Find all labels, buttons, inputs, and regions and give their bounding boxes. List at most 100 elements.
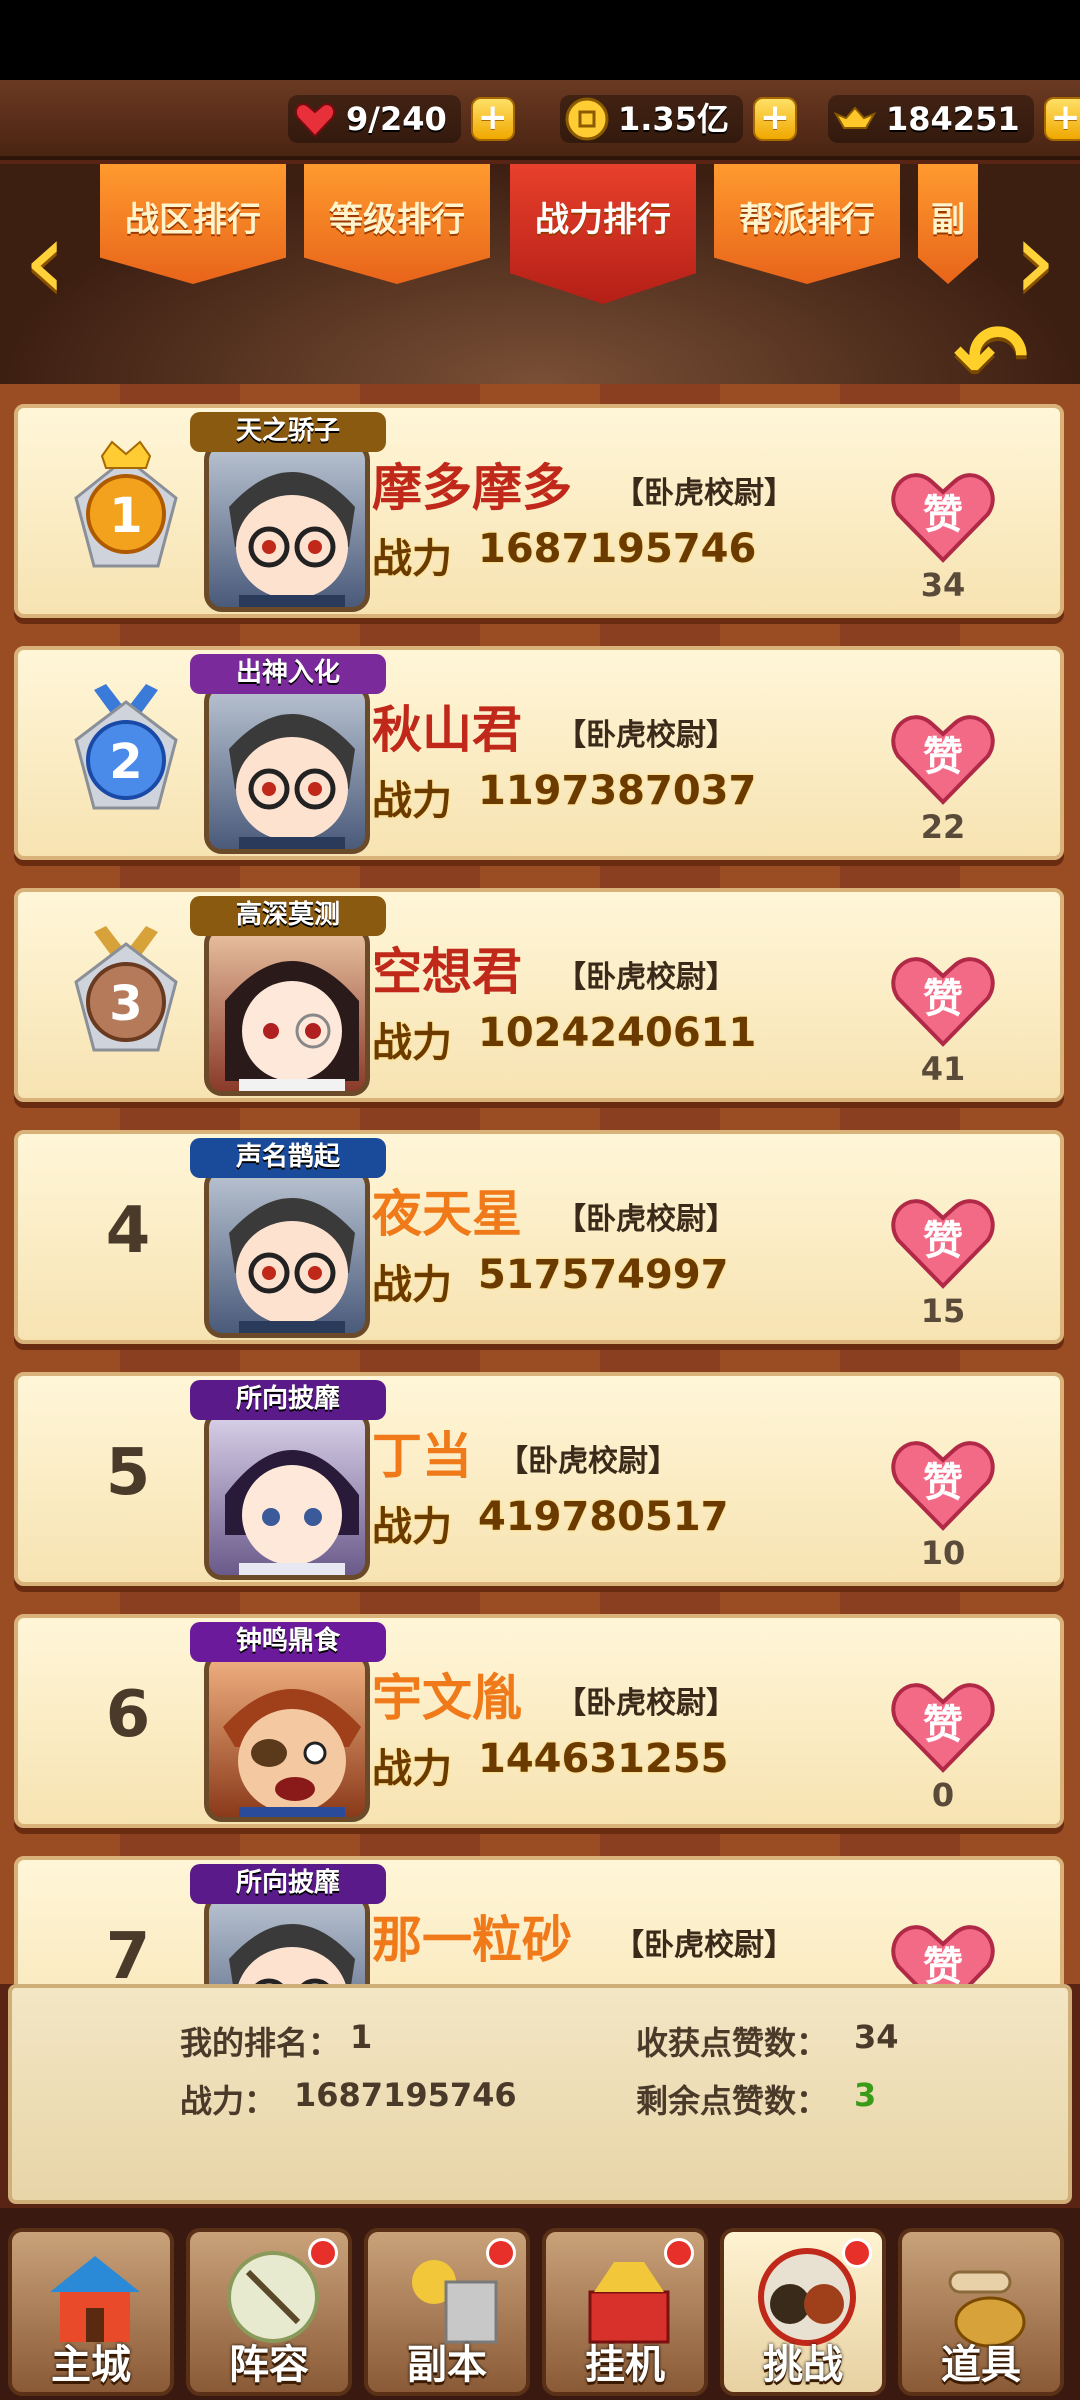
my-rank-value: 1 bbox=[350, 2018, 373, 2056]
nav-items[interactable]: 道具 bbox=[898, 2228, 1064, 2396]
avatar-glasses-man bbox=[229, 1924, 355, 1984]
received-likes-label: 收获点赞数： bbox=[636, 2024, 829, 2062]
remaining-likes-label: 剩余点赞数： bbox=[636, 2082, 829, 2120]
avatar[interactable] bbox=[204, 442, 370, 612]
coin-icon bbox=[565, 97, 609, 141]
add-stamina-button[interactable]: + bbox=[470, 97, 515, 141]
power-value: 1024240611 bbox=[478, 1010, 757, 1056]
svg-text:赞: 赞 bbox=[923, 1218, 963, 1264]
honor-title-tag: 出神入化 bbox=[190, 654, 386, 694]
player-rank-title: 【卧虎校尉】 bbox=[614, 476, 794, 511]
rank-number: 6 bbox=[105, 1678, 151, 1752]
nav-label: 阵容 bbox=[229, 2342, 309, 2388]
nav-label: 道具 bbox=[941, 2342, 1021, 2388]
nav-challenge[interactable]: 挑战 bbox=[720, 2228, 886, 2396]
my-rank-label: 我的排名： bbox=[180, 2024, 341, 2062]
avatar-glasses-man bbox=[229, 472, 355, 607]
nav-label: 挂机 bbox=[585, 2342, 665, 2388]
power-label: 战力 bbox=[372, 1504, 452, 1550]
nav-lineup[interactable]: 阵容 bbox=[186, 2228, 352, 2396]
player-name: 那一粒砂 bbox=[372, 1911, 572, 1969]
nav-dungeon[interactable]: 副本 bbox=[364, 2228, 530, 2396]
ranking-row[interactable]: 6 钟鸣鼎食 宇文胤 【卧虎校尉】 战力 144631255 赞 0 bbox=[14, 1614, 1064, 1828]
avatar-glasses-man bbox=[229, 1198, 355, 1333]
tab-left-arrow-icon[interactable]: ‹ bbox=[10, 205, 80, 320]
avatar[interactable] bbox=[204, 1168, 370, 1338]
like-count: 22 bbox=[920, 808, 966, 846]
power-value: 419780517 bbox=[478, 1494, 729, 1540]
tab-dungeon-ranking[interactable]: 副 bbox=[918, 164, 978, 284]
avatar[interactable] bbox=[204, 1410, 370, 1580]
like-heart-icon[interactable]: 赞 bbox=[888, 1676, 998, 1776]
power-label: 战力 bbox=[372, 1020, 452, 1066]
ranking-row[interactable]: 7 所向披靡 那一粒砂 【卧虎校尉】 赞 bbox=[14, 1856, 1064, 1984]
player-rank-title: 【卧虎校尉】 bbox=[556, 718, 736, 753]
resource-bar: 9/240 + 1.35亿 + 184251 + bbox=[0, 80, 1080, 160]
bronze-medal-icon: 3 bbox=[74, 926, 178, 1052]
player-rank-title: 【卧虎校尉】 bbox=[498, 1444, 678, 1479]
tab-guild-ranking[interactable]: 帮派排行 bbox=[714, 164, 900, 284]
honor-title-tag: 声名鹊起 bbox=[190, 1138, 386, 1178]
add-ingot-button[interactable]: + bbox=[1043, 97, 1080, 141]
player-rank-title: 【卧虎校尉】 bbox=[556, 960, 736, 995]
tab-power-ranking[interactable]: 战力排行 bbox=[510, 164, 696, 304]
like-count: 15 bbox=[920, 1292, 966, 1330]
honor-title-tag: 所向披靡 bbox=[190, 1380, 386, 1420]
power-value: 517574997 bbox=[478, 1252, 729, 1298]
player-rank-title: 【卧虎校尉】 bbox=[556, 1202, 736, 1237]
svg-text:赞: 赞 bbox=[923, 1944, 963, 1984]
nav-main-city[interactable]: 主城 bbox=[8, 2228, 174, 2396]
svg-text:赞: 赞 bbox=[923, 1702, 963, 1748]
avatar[interactable] bbox=[204, 926, 370, 1096]
ranking-row[interactable]: 2 出神入化 秋山君 【卧虎校尉】 战力 1197387037 赞 22 bbox=[14, 646, 1064, 860]
tab-zone-ranking[interactable]: 战区排行 bbox=[100, 164, 286, 284]
like-heart-icon[interactable]: 赞 bbox=[888, 466, 998, 566]
honor-title-tag: 所向披靡 bbox=[190, 1864, 386, 1904]
player-name: 丁当 bbox=[372, 1427, 472, 1485]
tab-right-arrow-icon[interactable]: › bbox=[1000, 205, 1070, 320]
status-bar bbox=[0, 0, 1080, 80]
ranking-row[interactable]: 1 天之骄子 摩多摩多 【卧虎校尉】 战力 1687195746 赞 34 bbox=[14, 404, 1064, 618]
ranking-row[interactable]: 3 高深莫测 空想君 【卧虎校尉】 战力 1024240611 赞 41 bbox=[14, 888, 1064, 1102]
svg-text:2: 2 bbox=[109, 734, 142, 790]
remaining-likes-value: 3 bbox=[854, 2076, 877, 2114]
tab-level-ranking[interactable]: 等级排行 bbox=[304, 164, 490, 284]
avatar[interactable] bbox=[204, 684, 370, 854]
nav-idle[interactable]: 挂机 bbox=[542, 2228, 708, 2396]
bottom-nav: 主城 阵容 副本 挂机 挑战 道具 bbox=[0, 2208, 1080, 2400]
ranking-list[interactable]: 1 天之骄子 摩多摩多 【卧虎校尉】 战力 1687195746 赞 34 2 … bbox=[0, 384, 1080, 1984]
gold-ingot-icon bbox=[833, 106, 877, 129]
power-value: 1687195746 bbox=[478, 526, 757, 572]
power-label: 战力 bbox=[372, 778, 452, 824]
honor-title-tag: 高深莫测 bbox=[190, 896, 386, 936]
ranking-row[interactable]: 5 所向披靡 丁当 【卧虎校尉】 战力 419780517 赞 10 bbox=[14, 1372, 1064, 1586]
power-label: 战力 bbox=[372, 536, 452, 582]
player-name: 宇文胤 bbox=[372, 1669, 522, 1727]
avatar-woman bbox=[225, 1450, 359, 1575]
like-heart-icon[interactable]: 赞 bbox=[888, 950, 998, 1050]
avatar[interactable] bbox=[204, 1894, 370, 1984]
player-name: 秋山君 bbox=[372, 701, 522, 759]
like-heart-icon[interactable]: 赞 bbox=[888, 1918, 998, 1984]
avatar-glasses-man bbox=[229, 714, 355, 849]
svg-text:赞: 赞 bbox=[923, 734, 963, 780]
coin-resource: 1.35亿 + bbox=[560, 92, 797, 146]
avatar[interactable] bbox=[204, 1652, 370, 1822]
avatar-eyepatch-man bbox=[223, 1689, 361, 1817]
like-count: 10 bbox=[920, 1534, 966, 1572]
like-heart-icon[interactable]: 赞 bbox=[888, 1434, 998, 1534]
power-label: 战力 bbox=[372, 1746, 452, 1792]
add-coin-button[interactable]: + bbox=[752, 97, 797, 141]
tab-area: ‹ 战区排行 等级排行 战力排行 帮派排行 副 › bbox=[0, 164, 1080, 384]
power-value: 144631255 bbox=[478, 1736, 729, 1782]
heart-stamina-icon bbox=[294, 103, 336, 138]
svg-text:赞: 赞 bbox=[923, 492, 963, 538]
like-count: 41 bbox=[920, 1050, 966, 1088]
svg-text:3: 3 bbox=[109, 976, 142, 1032]
like-heart-icon[interactable]: 赞 bbox=[888, 1192, 998, 1292]
ranking-row[interactable]: 4 声名鹊起 夜天星 【卧虎校尉】 战力 517574997 赞 15 bbox=[14, 1130, 1064, 1344]
notification-badge bbox=[486, 2238, 516, 2268]
power-label: 战力 bbox=[372, 1262, 452, 1308]
ingot-resource: 184251 + bbox=[828, 92, 1080, 146]
like-heart-icon[interactable]: 赞 bbox=[888, 708, 998, 808]
